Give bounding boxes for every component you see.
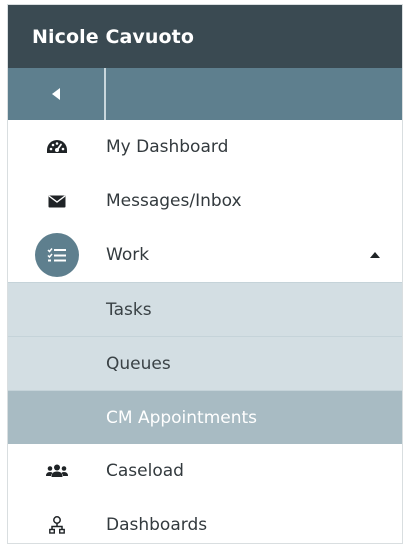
user-name: Nicole Cavuoto (32, 25, 195, 48)
task-list-icon (47, 248, 66, 262)
sidebar-item-label: Dashboards (106, 515, 208, 535)
tachometer-icon (47, 140, 67, 153)
sidebar-item-caseload[interactable]: Caseload (8, 444, 402, 498)
caret-up-icon[interactable] (370, 252, 380, 258)
sidebar-subitem-label: Queues (106, 353, 171, 374)
collapse-bar (8, 68, 402, 120)
sidebar-subitem-cm-appointments[interactable]: CM Appointments (8, 390, 402, 444)
org-chart-icon (49, 516, 65, 534)
sidebar-item-label: My Dashboard (106, 137, 229, 157)
sidebar-panel: Nicole Cavuoto My Dashboard Messages/Inb… (7, 4, 403, 544)
sidebar-item-label: Messages/Inbox (106, 191, 242, 211)
caret-left-icon (52, 88, 60, 100)
sidebar-subitem-label: Tasks (106, 299, 152, 320)
sidebar-subitem-label: CM Appointments (106, 407, 258, 428)
sidebar-item-work[interactable]: Work (8, 228, 402, 282)
sidebar-item-dashboards[interactable]: Dashboards (8, 498, 402, 543)
sidebar-item-my-dashboard[interactable]: My Dashboard (8, 120, 402, 174)
sidebar-item-label: Caseload (106, 461, 184, 481)
collapse-sidebar-button[interactable] (8, 68, 106, 120)
envelope-icon (48, 194, 66, 207)
sidebar-item-label: Work (106, 245, 150, 265)
users-icon (46, 464, 68, 477)
sidebar-subitem-queues[interactable]: Queues (8, 336, 402, 390)
sidebar-header: Nicole Cavuoto (8, 5, 402, 68)
sidebar-subitem-tasks[interactable]: Tasks (8, 282, 402, 336)
sidebar-item-messages-inbox[interactable]: Messages/Inbox (8, 174, 402, 228)
work-icon-badge (35, 233, 79, 277)
